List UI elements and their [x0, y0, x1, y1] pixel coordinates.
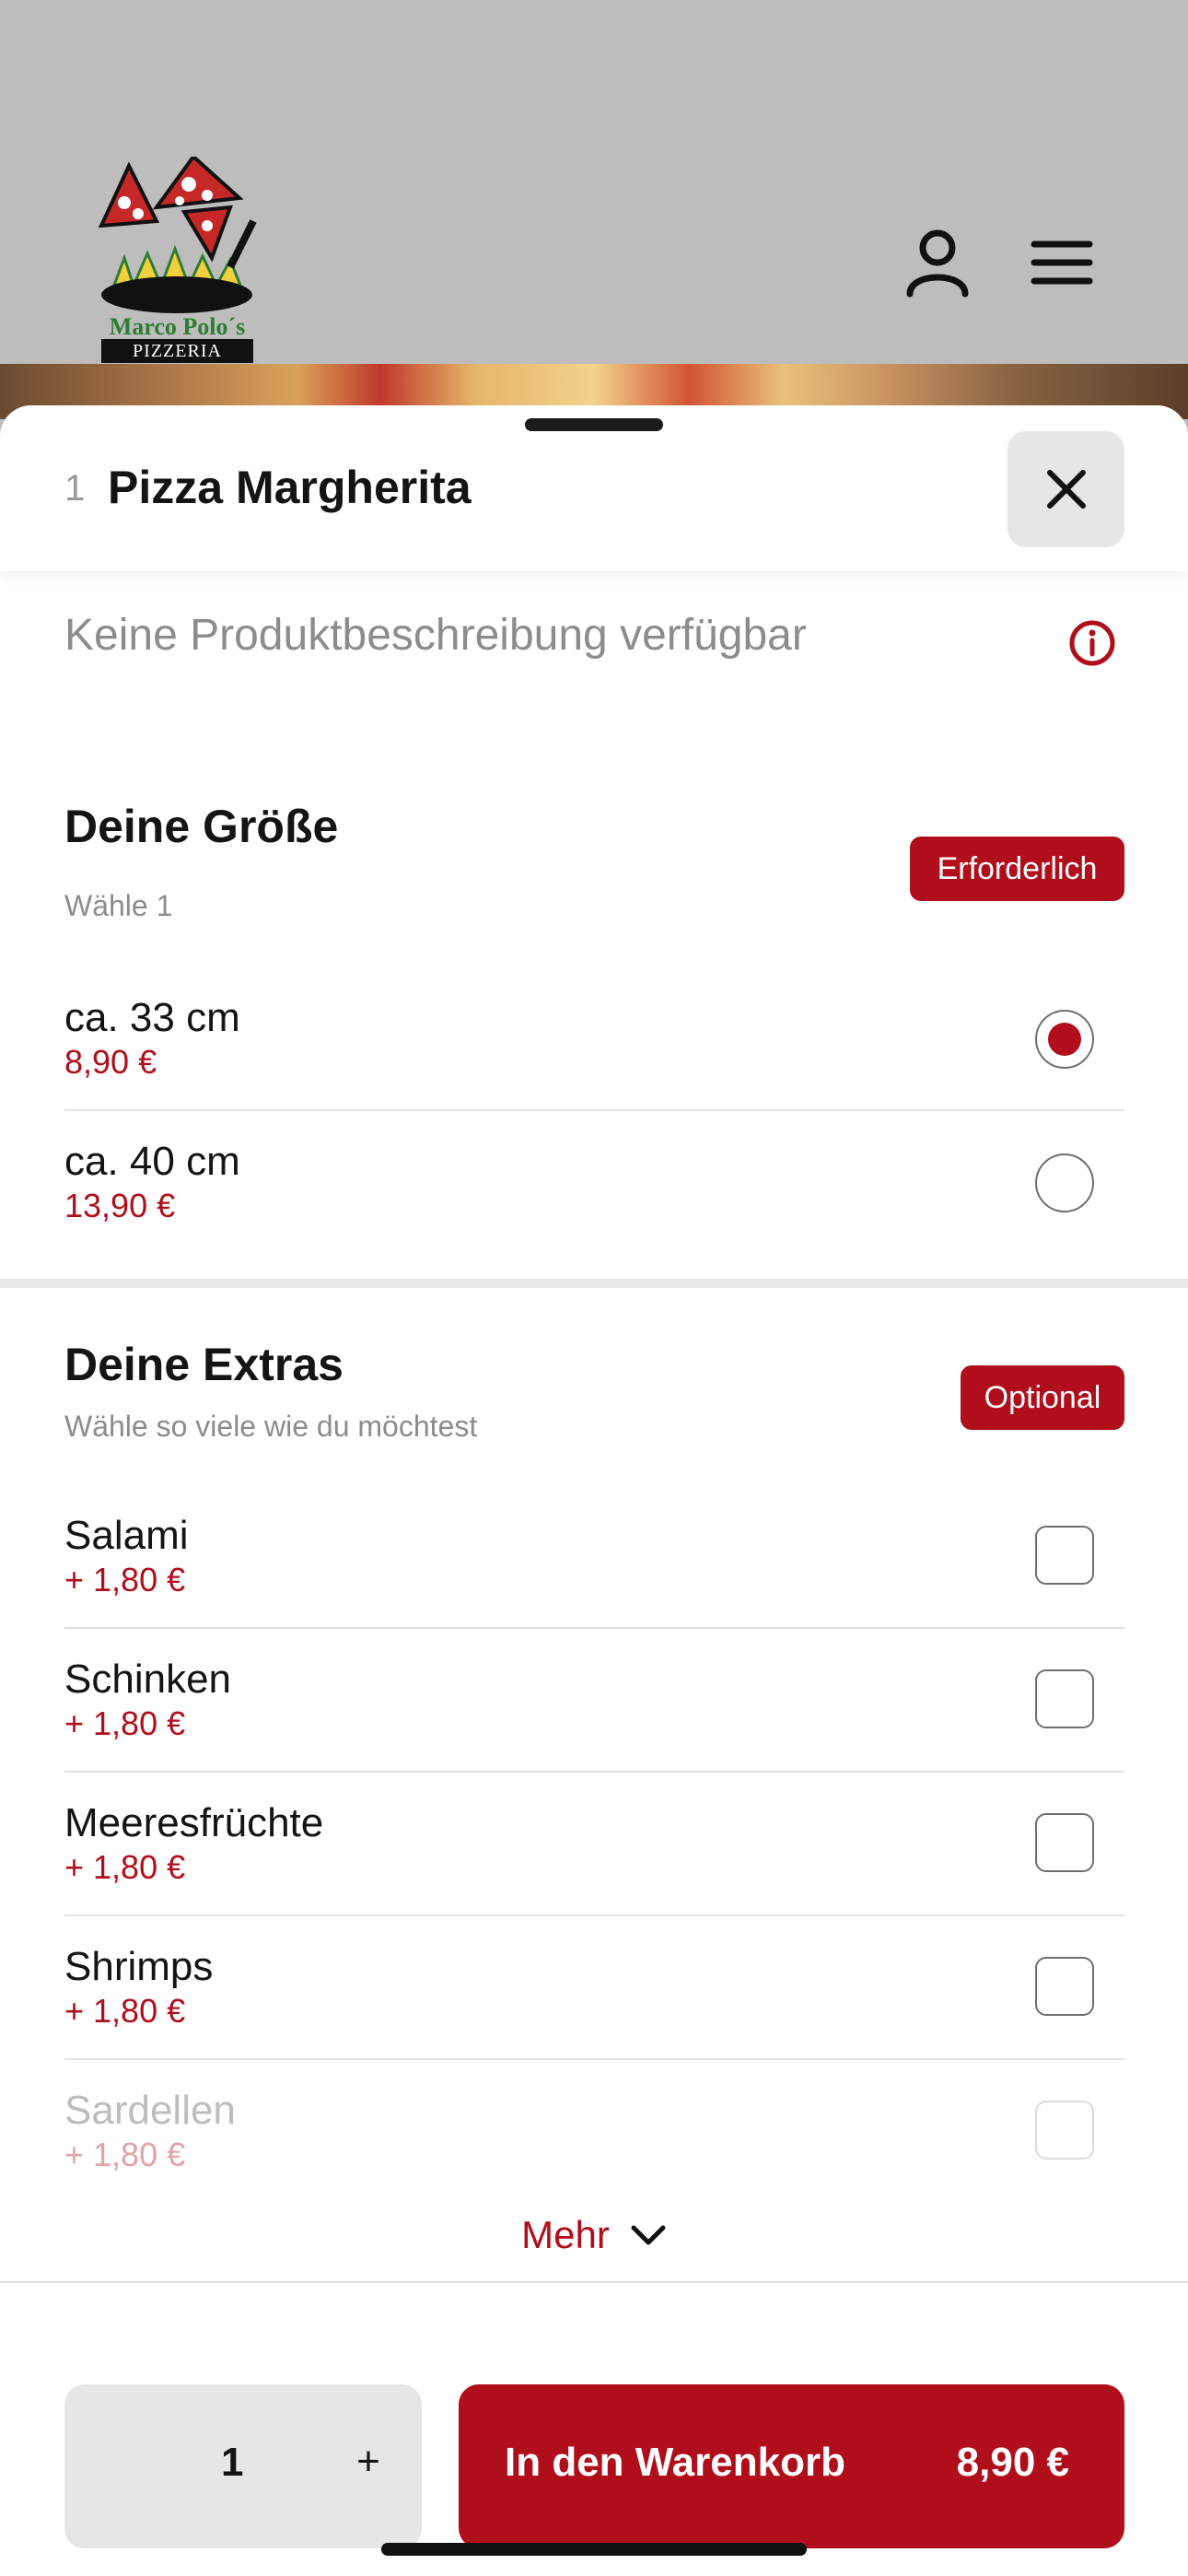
extra-option-name: Sardellen: [64, 2088, 236, 2133]
info-icon[interactable]: [1068, 619, 1116, 667]
extra-option[interactable]: Schinken + 1,80 €: [64, 1629, 1124, 1773]
product-quantity-prefix: 1: [64, 468, 86, 509]
extra-checkbox[interactable]: [1035, 1526, 1094, 1585]
extra-option[interactable]: Salami + 1,80 €: [64, 1485, 1124, 1629]
extra-option[interactable]: Meeresfrüchte + 1,80 €: [64, 1773, 1124, 1916]
quantity-plus-button[interactable]: +: [341, 2436, 396, 2491]
extra-option-price: + 1,80 €: [64, 1848, 186, 1886]
logo-subtitle: PIZZERIA: [101, 339, 253, 363]
extra-checkbox[interactable]: [1035, 1813, 1094, 1872]
close-button[interactable]: [1007, 431, 1124, 547]
extra-option-name: Schinken: [64, 1657, 232, 1702]
add-to-cart-price: 8,90 €: [956, 2440, 1069, 2485]
size-option[interactable]: ca. 33 cm 8,90 €: [64, 967, 1124, 1111]
extras-section-subtitle: Wähle so viele wie du möchtest: [64, 1410, 478, 1443]
logo-title: Marco Polo´s: [109, 313, 246, 340]
size-option-name: ca. 40 cm: [64, 1139, 240, 1184]
product-title: Pizza Margherita: [108, 462, 472, 513]
extra-option-price: + 1,80 €: [64, 1704, 186, 1742]
size-radio-selected[interactable]: [1035, 1010, 1094, 1069]
size-radio[interactable]: [1035, 1153, 1094, 1212]
pizza-pan-logo-icon: [98, 154, 257, 313]
user-icon[interactable]: [901, 226, 974, 299]
add-to-cart-button[interactable]: In den Warenkorb 8,90 €: [459, 2384, 1124, 2548]
section-divider: [0, 1279, 1188, 1288]
size-option-price: 8,90 €: [64, 1043, 157, 1081]
size-option[interactable]: ca. 40 cm 13,90 €: [64, 1111, 1124, 1255]
extra-option-price: + 1,80 €: [64, 1561, 186, 1598]
optional-badge: Optional: [961, 1365, 1124, 1430]
show-more-button[interactable]: Mehr: [0, 2213, 1188, 2257]
app-header: Marco Polo´s PIZZERIA: [0, 0, 1188, 364]
size-option-price: 13,90 €: [64, 1187, 176, 1224]
home-indicator[interactable]: [381, 2543, 807, 2556]
chevron-down-icon: [631, 2225, 666, 2245]
extra-option[interactable]: Shrimps + 1,80 €: [64, 1916, 1124, 2060]
extra-checkbox[interactable]: [1035, 1957, 1094, 2016]
extra-option-name: Shrimps: [64, 1944, 214, 1989]
extra-option-name: Meeresfrüchte: [64, 1800, 324, 1845]
size-section-title: Deine Größe: [64, 801, 339, 852]
close-icon: [1046, 470, 1086, 509]
extra-checkbox[interactable]: [1035, 2101, 1094, 2160]
pizzeria-logo[interactable]: Marco Polo´s PIZZERIA: [92, 154, 262, 369]
sheet-title-bar: 1 Pizza Margherita: [0, 405, 1188, 571]
required-badge: Erforderlich: [910, 837, 1124, 901]
extra-option-name: Salami: [64, 1513, 189, 1558]
sheet-grabber[interactable]: [525, 418, 663, 431]
extra-option[interactable]: Sardellen + 1,80 €: [64, 2060, 1124, 2204]
extra-checkbox[interactable]: [1035, 1669, 1094, 1728]
product-sheet: 1 Pizza Margherita Keine Produktbeschrei…: [0, 405, 1188, 2576]
quantity-stepper[interactable]: 1 +: [64, 2384, 422, 2548]
extras-section-title: Deine Extras: [64, 1339, 344, 1390]
add-to-cart-label: In den Warenkorb: [505, 2440, 845, 2485]
cart-bar: 1 + In den Warenkorb 8,90 €: [0, 2281, 1188, 2576]
menu-icon[interactable]: [1027, 226, 1101, 299]
product-description: Keine Produktbeschreibung verfügbar: [64, 611, 807, 660]
extra-option-price: + 1,80 €: [64, 1992, 186, 2030]
size-section-subtitle: Wähle 1: [64, 889, 173, 922]
show-more-label: Mehr: [521, 2213, 610, 2256]
size-option-name: ca. 33 cm: [64, 995, 240, 1040]
quantity-value: 1: [221, 2440, 244, 2485]
extra-option-price: + 1,80 €: [64, 2136, 186, 2173]
